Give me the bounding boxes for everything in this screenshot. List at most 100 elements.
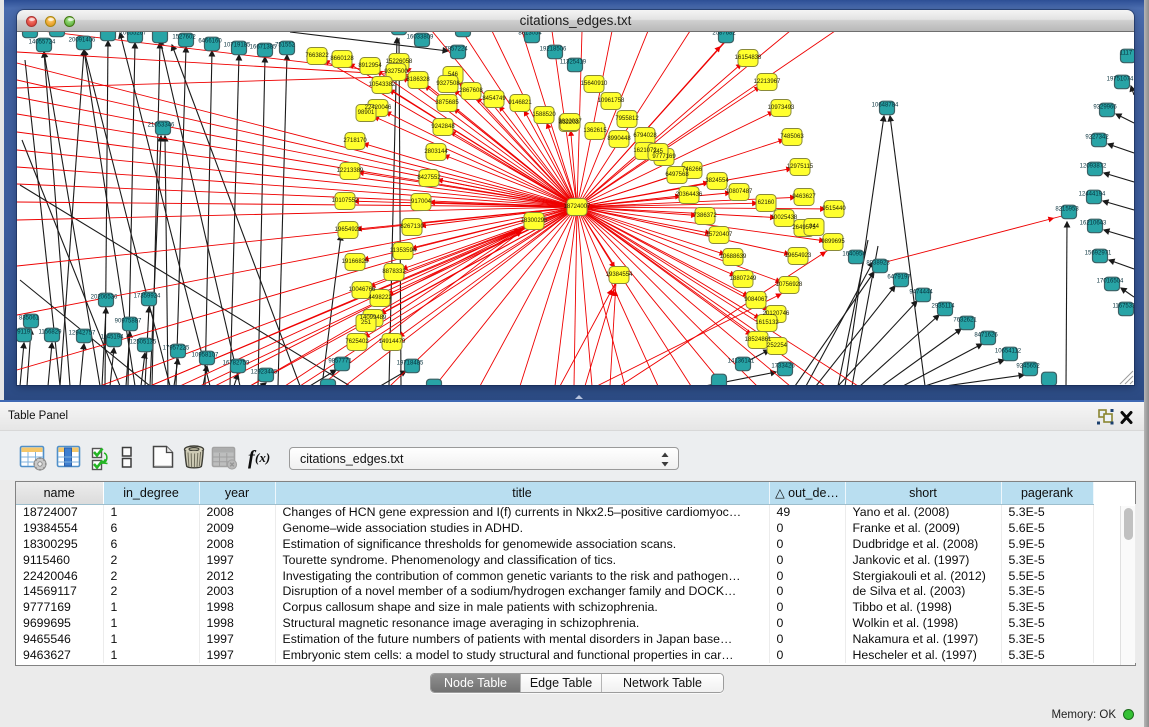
svg-text:12093872: 12093872 [1080, 164, 1107, 170]
svg-text:835061: 835061 [19, 316, 40, 322]
svg-text:16782759: 16782759 [223, 361, 250, 367]
svg-text:7955812: 7955812 [615, 116, 639, 122]
svg-text:11325419: 11325419 [560, 60, 587, 66]
svg-text:15692971: 15692971 [1085, 251, 1112, 257]
svg-text:9245652: 9245652 [1016, 364, 1040, 370]
svg-text:1156829: 1156829 [39, 330, 63, 336]
svg-text:9329966: 9329966 [1093, 105, 1117, 111]
svg-text:10025438: 10025438 [771, 215, 798, 221]
svg-text:9327500: 9327500 [384, 69, 408, 75]
svg-text:15226058: 15226058 [386, 59, 413, 65]
svg-text:10973493: 10973493 [768, 105, 795, 111]
svg-text:9515440: 9515440 [822, 206, 846, 212]
svg-text:1588520: 1588520 [532, 112, 556, 118]
svg-text:1362615: 1362615 [583, 128, 607, 134]
svg-text:8938923: 8938923 [866, 261, 890, 267]
svg-text:21053346: 21053346 [148, 123, 175, 129]
svg-text:19654923: 19654923 [785, 253, 812, 259]
svg-text:9857771: 9857771 [328, 359, 352, 365]
svg-text:18724007: 18724007 [564, 204, 591, 210]
svg-text:7663822: 7663822 [305, 53, 329, 59]
svg-text:19166829: 19166829 [342, 259, 369, 265]
svg-text:10719185: 10719185 [224, 43, 251, 49]
svg-text:14914479: 14914479 [379, 339, 406, 345]
svg-text:9899695: 9899695 [821, 239, 845, 245]
svg-text:10961758: 10961758 [598, 98, 625, 104]
svg-text:1167533: 1167533 [1113, 304, 1134, 310]
svg-text:10654112: 10654112 [995, 349, 1022, 355]
svg-text:98901: 98901 [358, 110, 375, 116]
svg-text:10655267: 10655267 [120, 32, 147, 37]
svg-text:7857224: 7857224 [444, 47, 468, 53]
svg-text:6497568: 6497568 [665, 172, 689, 178]
svg-text:20364436: 20364436 [676, 192, 703, 198]
svg-text:7625402: 7625402 [345, 339, 369, 345]
svg-text:2087682: 2087682 [712, 32, 736, 37]
svg-text:15720407: 15720407 [706, 232, 733, 238]
svg-text:245: 245 [653, 149, 664, 155]
svg-text:14136141: 14136141 [728, 359, 755, 365]
svg-text:16154838: 16154838 [735, 55, 762, 61]
svg-text:6479197: 6479197 [887, 275, 911, 281]
svg-text:12213389: 12213389 [337, 168, 364, 174]
svg-text:8878332: 8878332 [382, 269, 406, 275]
svg-text:10107552: 10107552 [332, 198, 359, 204]
svg-text:20091406: 20091406 [69, 38, 96, 44]
svg-text:16210643: 16210643 [1080, 221, 1107, 227]
svg-text:19751074: 19751074 [1107, 77, 1134, 83]
svg-text:90975887: 90975887 [115, 319, 142, 325]
svg-text:4498222: 4498222 [368, 295, 392, 301]
svg-text:10046766: 10046766 [349, 287, 376, 293]
svg-text:19718485: 19718485 [397, 361, 424, 367]
svg-text:8912954: 8912954 [358, 63, 382, 69]
svg-text:16671385: 16671385 [250, 45, 277, 51]
svg-text:9227342: 9227342 [1085, 135, 1109, 141]
svg-text:9242848: 9242848 [431, 124, 455, 130]
svg-text:19218506: 19218506 [540, 47, 567, 53]
svg-text:19654923: 19654923 [335, 227, 362, 233]
svg-text:8990448: 8990448 [607, 136, 631, 142]
svg-text:8813054: 8813054 [518, 32, 542, 37]
svg-text:20206536: 20206536 [91, 295, 118, 301]
svg-text:3822037: 3822037 [558, 119, 582, 125]
svg-text:62160: 62160 [758, 200, 775, 206]
svg-text:6794028: 6794028 [633, 133, 657, 139]
svg-text:1145194: 1145194 [101, 335, 125, 341]
svg-text:12505135: 12505135 [130, 340, 157, 346]
svg-text:8186328: 8186328 [406, 77, 430, 83]
svg-text:18807249: 18807249 [730, 276, 757, 282]
svg-text:1117: 1117 [1120, 51, 1133, 57]
svg-text:11353594: 11353594 [390, 248, 417, 254]
svg-text:9474444: 9474444 [909, 290, 933, 296]
svg-text:3824554: 3824554 [705, 178, 729, 184]
svg-text:10756928: 10756928 [776, 282, 803, 288]
svg-text:12923445: 12923445 [251, 370, 278, 376]
svg-text:15640910: 15640910 [581, 81, 608, 87]
svg-text:1615132: 1615132 [755, 320, 779, 326]
svg-text:8427552: 8427552 [417, 175, 441, 181]
svg-text:2803144: 2803144 [424, 149, 448, 155]
svg-text:7386372: 7386372 [693, 213, 717, 219]
svg-text:8660128: 8660128 [330, 56, 354, 62]
svg-text:9463627: 9463627 [792, 194, 816, 200]
svg-text:8215953: 8215953 [1055, 207, 1079, 213]
svg-text:20120746: 20120746 [763, 311, 790, 317]
svg-text:2935114: 2935114 [932, 304, 956, 310]
svg-text:8267130: 8267130 [400, 224, 424, 230]
svg-text:844: 844 [809, 224, 820, 230]
svg-text:1640954: 1640954 [842, 252, 866, 258]
svg-text:12444194: 12444194 [1079, 192, 1106, 198]
svg-text:17016504: 17016504 [1097, 279, 1124, 285]
svg-text:10688639: 10688639 [720, 254, 747, 260]
svg-text:12213967: 12213967 [754, 79, 781, 85]
svg-text:9146821: 9146821 [508, 100, 532, 106]
svg-text:9327508: 9327508 [436, 81, 460, 87]
svg-text:751552: 751552 [275, 43, 296, 49]
svg-text:252254: 252254 [767, 343, 788, 349]
svg-text:2718170: 2718170 [343, 138, 367, 144]
svg-text:10648784: 10648784 [872, 103, 899, 109]
svg-text:1527602: 1527602 [172, 35, 196, 41]
svg-text:3875685: 3875685 [435, 100, 459, 106]
svg-text:18300295: 18300295 [521, 218, 548, 224]
svg-text:14055724: 14055724 [29, 40, 56, 46]
